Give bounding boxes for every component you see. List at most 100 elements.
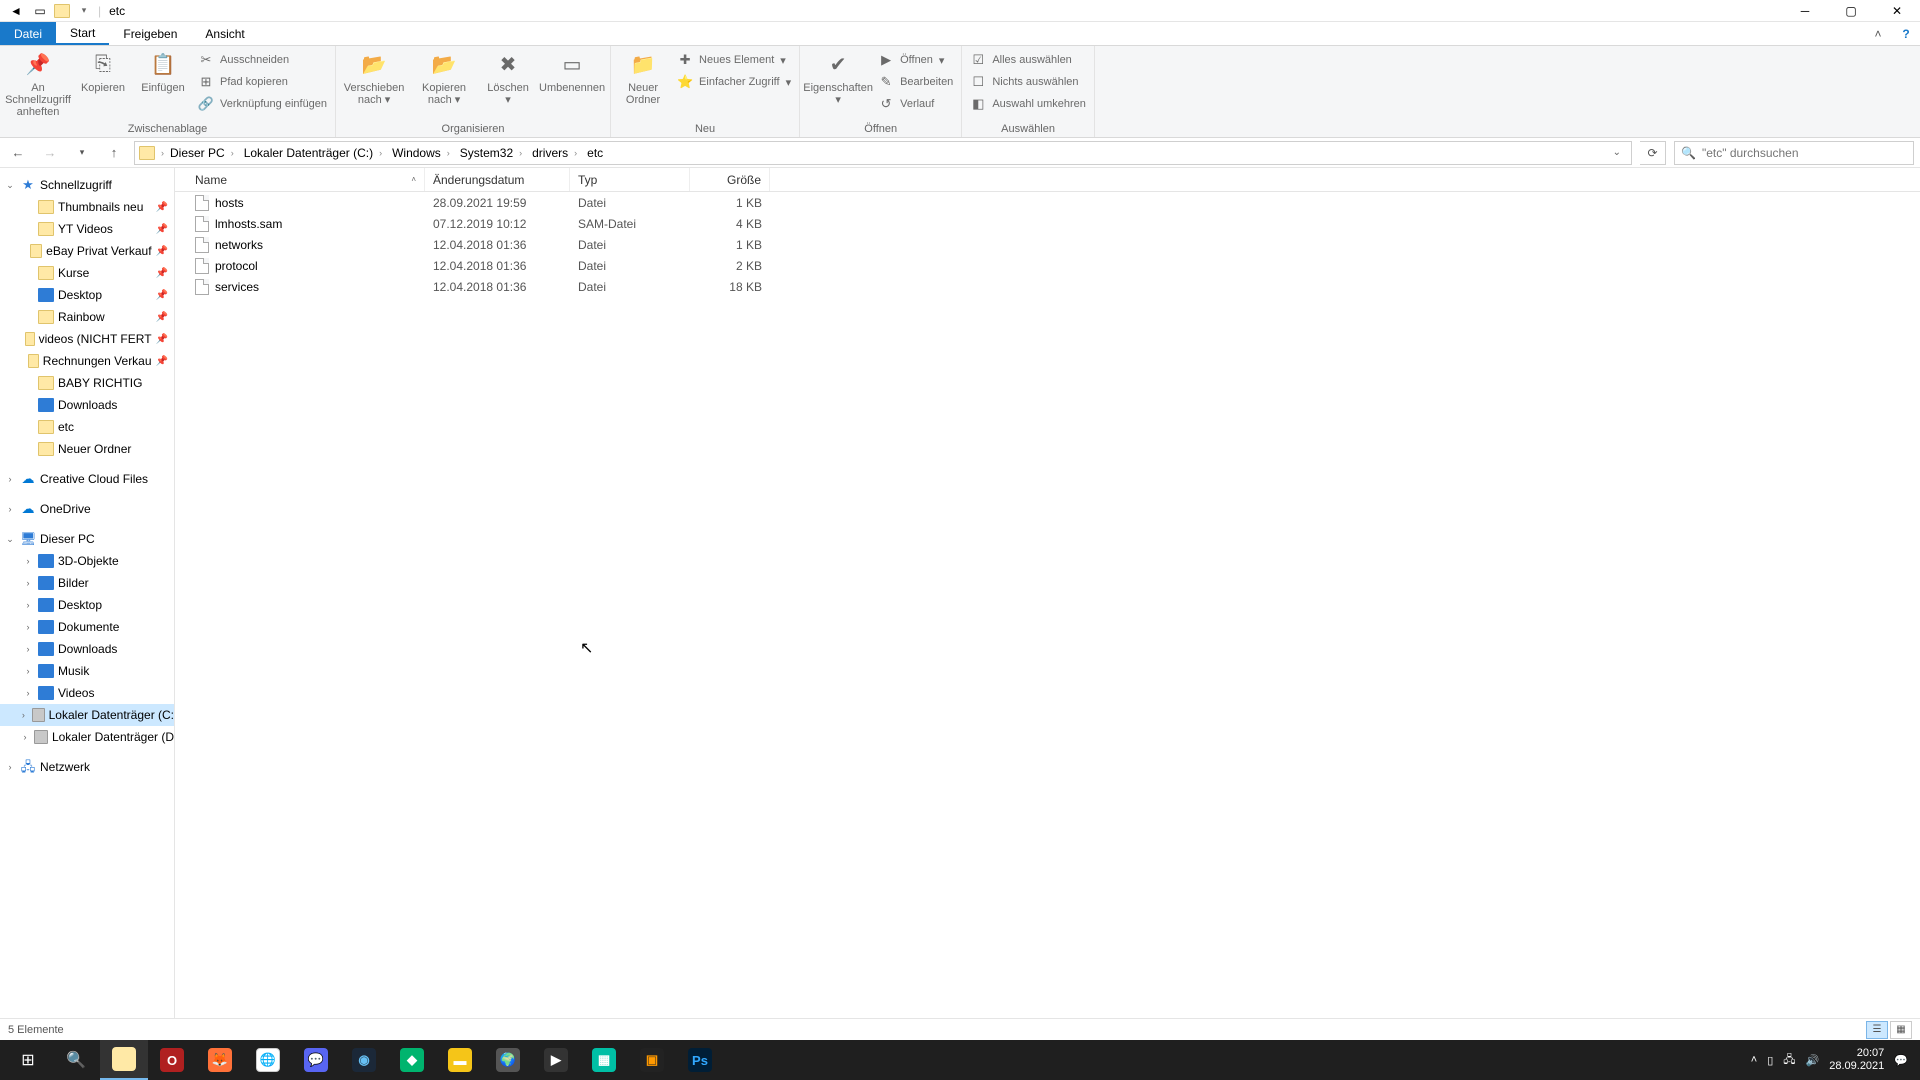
taskbar-app[interactable]: 💬	[292, 1040, 340, 1080]
nav-back-button[interactable]: ←	[6, 141, 30, 165]
tree-item[interactable]: ›3D-Objekte	[0, 550, 174, 572]
address-bar[interactable]: › Dieser PC› Lokaler Datenträger (C:)› W…	[134, 141, 1632, 165]
breadcrumb-segment[interactable]: etc	[583, 146, 607, 160]
file-row[interactable]: hosts28.09.2021 19:59Datei1 KB	[175, 192, 1920, 213]
minimize-button[interactable]: ─	[1782, 0, 1828, 22]
tree-item[interactable]: ›Desktop	[0, 594, 174, 616]
tree-item[interactable]: YT Videos📌	[0, 218, 174, 240]
tree-onedrive[interactable]: ›☁OneDrive	[0, 498, 174, 520]
taskbar-app[interactable]: ◉	[340, 1040, 388, 1080]
nav-forward-button[interactable]: →	[38, 141, 62, 165]
tree-item[interactable]: Desktop📌	[0, 284, 174, 306]
column-type[interactable]: Typ	[570, 168, 690, 191]
view-details-button[interactable]: ☰	[1866, 1021, 1888, 1039]
qat-props-icon[interactable]: ▭	[30, 2, 50, 20]
navigation-pane[interactable]: ⌄★Schnellzugriff Thumbnails neu📌 YT Vide…	[0, 168, 175, 1018]
cut-button[interactable]: ✂Ausschneiden	[198, 50, 327, 70]
tree-drive-d[interactable]: ›Lokaler Datenträger (D	[0, 726, 174, 748]
addr-dropdown-icon[interactable]: ⌄	[1607, 147, 1627, 158]
taskbar-app[interactable]: ▦	[580, 1040, 628, 1080]
tab-view[interactable]: Ansicht	[191, 22, 258, 45]
tray-chevron-icon[interactable]: ˄	[1751, 1054, 1757, 1066]
tree-creativecloud[interactable]: ›☁Creative Cloud Files	[0, 468, 174, 490]
copy-to-button[interactable]: 📂 Kopieren nach ▾	[414, 50, 474, 106]
delete-button[interactable]: ✖ Löschen ▾	[484, 50, 532, 106]
tree-item[interactable]: videos (NICHT FERT📌	[0, 328, 174, 350]
taskbar-app[interactable]: 🌍	[484, 1040, 532, 1080]
open-button[interactable]: ▶Öffnen ▾	[878, 50, 953, 70]
close-button[interactable]: ✕	[1874, 0, 1920, 22]
file-list[interactable]: hosts28.09.2021 19:59Datei1 KBlmhosts.sa…	[175, 192, 1920, 1018]
tab-share[interactable]: Freigeben	[109, 22, 191, 45]
tree-item[interactable]: Rainbow📌	[0, 306, 174, 328]
taskbar-app[interactable]: 🦊	[196, 1040, 244, 1080]
tree-item[interactable]: ›Musik	[0, 660, 174, 682]
tab-start[interactable]: Start	[56, 22, 109, 45]
paste-button[interactable]: 📋 Einfügen	[138, 50, 188, 94]
breadcrumb-segment[interactable]: drivers›	[528, 146, 581, 160]
rename-button[interactable]: ▭ Umbenennen	[542, 50, 602, 94]
tray-network-icon[interactable]: 🖧	[1783, 1051, 1795, 1070]
select-all-button[interactable]: ☑Alles auswählen	[970, 50, 1086, 70]
tray-clock[interactable]: 20:07 28.09.2021	[1829, 1047, 1884, 1073]
breadcrumb-segment[interactable]: System32›	[456, 146, 526, 160]
tree-item[interactable]: etc	[0, 416, 174, 438]
tray-notifications-icon[interactable]: 💬	[1894, 1054, 1908, 1067]
tree-item[interactable]: ›Dokumente	[0, 616, 174, 638]
start-button[interactable]: ⊞	[4, 1040, 52, 1080]
tree-item[interactable]: ›Downloads	[0, 638, 174, 660]
paste-link-button[interactable]: 🔗Verknüpfung einfügen	[198, 94, 327, 114]
taskbar-search[interactable]: 🔍	[52, 1040, 100, 1080]
tree-quickaccess[interactable]: ⌄★Schnellzugriff	[0, 174, 174, 196]
tree-item[interactable]: ›Videos	[0, 682, 174, 704]
invert-selection-button[interactable]: ◧Auswahl umkehren	[970, 94, 1086, 114]
tree-item[interactable]: Rechnungen Verkau📌	[0, 350, 174, 372]
taskbar-app[interactable]: ◆	[388, 1040, 436, 1080]
view-icons-button[interactable]: ▦	[1890, 1021, 1912, 1039]
tree-item[interactable]: eBay Privat Verkauf📌	[0, 240, 174, 262]
select-none-button[interactable]: ☐Nichts auswählen	[970, 72, 1086, 92]
nav-up-button[interactable]: ↑	[102, 141, 126, 165]
file-row[interactable]: services12.04.2018 01:36Datei18 KB	[175, 276, 1920, 297]
breadcrumb-segment[interactable]: Lokaler Datenträger (C:)›	[240, 146, 386, 160]
column-name[interactable]: Name˄	[175, 168, 425, 191]
taskbar-app[interactable]: ▶	[532, 1040, 580, 1080]
taskbar-app[interactable]: 🌐	[244, 1040, 292, 1080]
tab-file[interactable]: Datei	[0, 22, 56, 45]
file-row[interactable]: networks12.04.2018 01:36Datei1 KB	[175, 234, 1920, 255]
tree-thispc[interactable]: ⌄🖥Dieser PC	[0, 528, 174, 550]
taskbar-app[interactable]: ▣	[628, 1040, 676, 1080]
tray-volume-icon[interactable]: 🔊	[1806, 1054, 1820, 1067]
tree-drive-c[interactable]: ›Lokaler Datenträger (C:	[0, 704, 174, 726]
breadcrumb-segment[interactable]: Windows›	[388, 146, 454, 160]
search-input[interactable]	[1702, 146, 1907, 160]
column-date[interactable]: Änderungsdatum	[425, 168, 570, 191]
taskbar-app[interactable]: Ps	[676, 1040, 724, 1080]
taskbar-explorer[interactable]	[100, 1040, 148, 1080]
nav-recent-dropdown[interactable]: ▾	[70, 141, 94, 165]
copy-button[interactable]: ⎘ Kopieren	[78, 50, 128, 94]
search-box[interactable]: 🔍	[1674, 141, 1914, 165]
refresh-button[interactable]: ⟳	[1640, 141, 1666, 165]
qat-dropdown-icon[interactable]: ▾	[74, 2, 94, 20]
tree-network[interactable]: ›🖧Netzwerk	[0, 756, 174, 778]
history-button[interactable]: ↺Verlauf	[878, 94, 953, 114]
ribbon-collapse-icon[interactable]: ˄	[1864, 22, 1892, 45]
taskbar-app[interactable]: O	[148, 1040, 196, 1080]
edit-button[interactable]: ✎Bearbeiten	[878, 72, 953, 92]
help-icon[interactable]: ?	[1892, 22, 1920, 45]
tree-item[interactable]: ›Bilder	[0, 572, 174, 594]
pin-quickaccess-button[interactable]: 📌 An Schnellzugriff anheften	[8, 50, 68, 118]
tray-icon[interactable]: ▯	[1767, 1054, 1773, 1067]
qat-back-icon[interactable]: ◄	[6, 2, 26, 20]
copy-path-button[interactable]: ⊞Pfad kopieren	[198, 72, 327, 92]
maximize-button[interactable]: ▢	[1828, 0, 1874, 22]
tree-item[interactable]: Downloads	[0, 394, 174, 416]
tree-item[interactable]: Neuer Ordner	[0, 438, 174, 460]
easy-access-button[interactable]: ⭐Einfacher Zugriff ▾	[677, 72, 791, 92]
taskbar-app[interactable]: ▬	[436, 1040, 484, 1080]
tree-item[interactable]: Thumbnails neu📌	[0, 196, 174, 218]
move-to-button[interactable]: 📂 Verschieben nach ▾	[344, 50, 404, 106]
breadcrumb-segment[interactable]: Dieser PC›	[166, 146, 238, 160]
tree-item[interactable]: Kurse📌	[0, 262, 174, 284]
